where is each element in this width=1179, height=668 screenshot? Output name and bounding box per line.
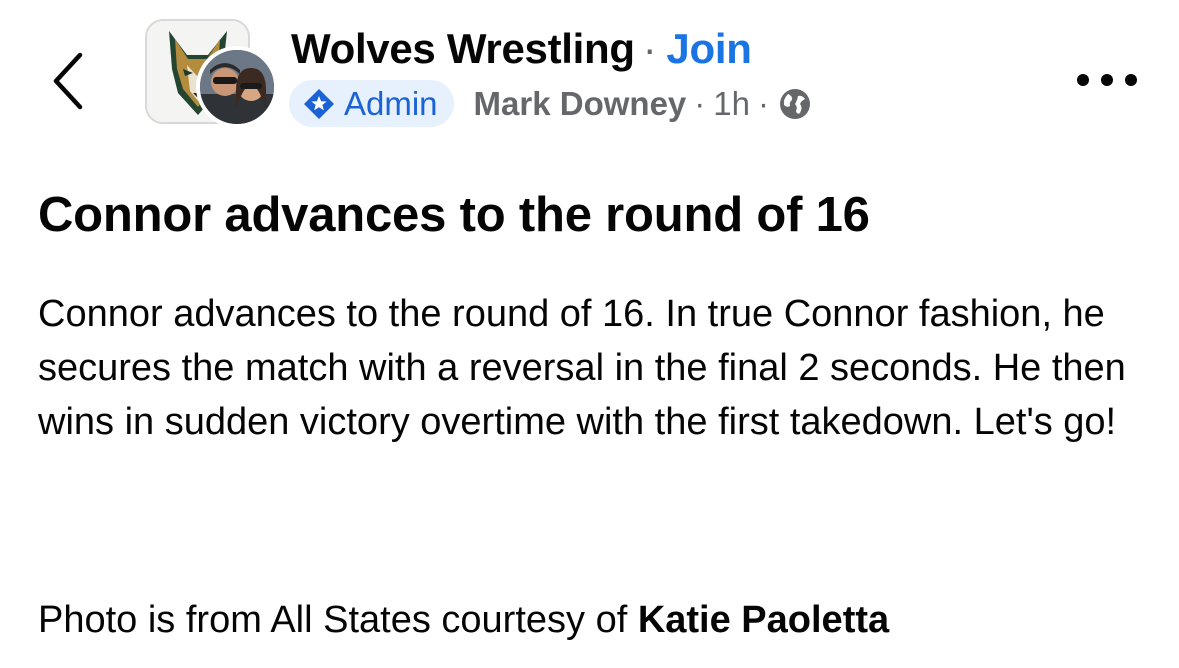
back-button[interactable] (40, 46, 96, 116)
join-group-link[interactable]: Join (666, 25, 751, 72)
meta-separator: · (694, 84, 706, 122)
author-name-link[interactable]: Mark Downey (474, 85, 687, 123)
admin-badge-label: Admin (344, 84, 438, 122)
more-horizontal-icon (1101, 74, 1113, 86)
post-meta: Admin Mark Downey · 1h · (289, 80, 811, 127)
post-header-title: Wolves Wrestling · Join (291, 24, 752, 74)
photo-credit-text: Photo is from All States courtesy of (38, 599, 628, 641)
post-title: Connor advances to the round of 16 (38, 188, 870, 242)
more-horizontal-icon (1125, 74, 1137, 86)
meta-separator: · (758, 84, 769, 122)
post-timestamp[interactable]: 1h (713, 85, 750, 123)
more-horizontal-icon (1077, 74, 1089, 86)
chevron-left-icon (53, 52, 83, 110)
title-separator: · (642, 25, 657, 72)
profile-photo-icon (200, 50, 274, 124)
group-name-link[interactable]: Wolves Wrestling (291, 25, 635, 72)
post-body: Connor advances to the round of 16. In t… (38, 293, 1126, 443)
admin-badge[interactable]: Admin (289, 80, 454, 127)
globe-icon[interactable] (779, 88, 811, 120)
photo-credit-name[interactable]: Katie Paoletta (638, 599, 889, 641)
photo-credit: Photo is from All States courtesy of Kat… (38, 593, 1148, 647)
star-diamond-icon (304, 88, 334, 119)
user-avatar[interactable] (196, 46, 278, 128)
more-options-button[interactable] (1077, 68, 1137, 92)
